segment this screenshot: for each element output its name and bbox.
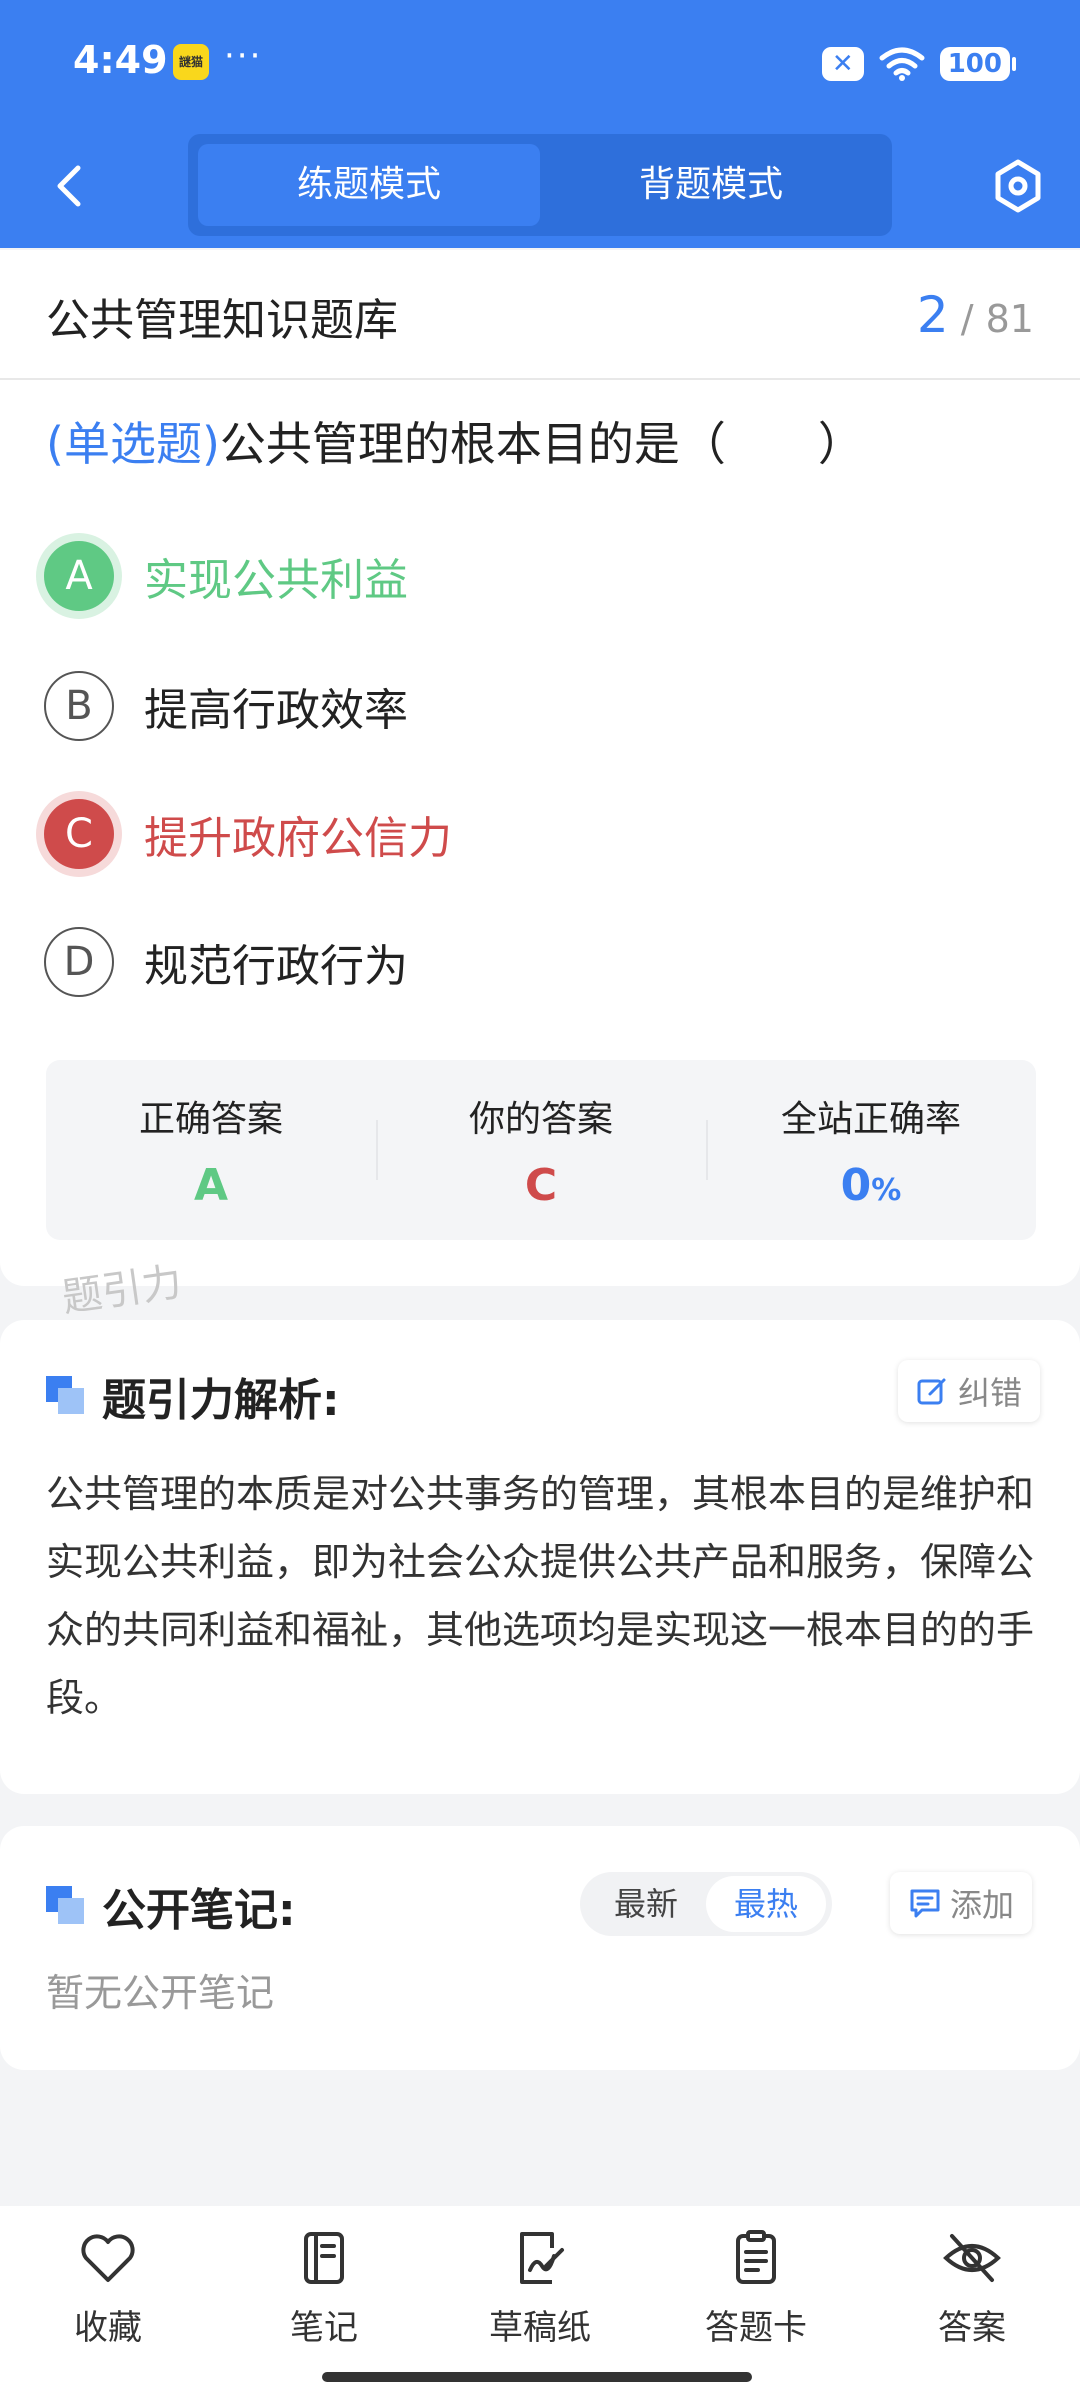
toolbar-notes[interactable]: 笔记 bbox=[244, 2226, 404, 2356]
section-square-icon bbox=[46, 1376, 86, 1416]
toolbar-favorite[interactable]: 收藏 bbox=[28, 2226, 188, 2356]
home-indicator[interactable] bbox=[322, 2372, 752, 2382]
toolbar-answer-sheet[interactable]: 答题卡 bbox=[676, 2226, 836, 2356]
bank-title: 公共管理知识题库 bbox=[46, 295, 398, 346]
notes-sort-toggle: 最新 最热 bbox=[580, 1872, 832, 1936]
stat-correct-answer: 正确答案 A bbox=[46, 1060, 376, 1240]
option-a[interactable]: A 实现公共利益 bbox=[44, 536, 1024, 616]
sort-hot[interactable]: 最热 bbox=[706, 1876, 826, 1932]
status-bar: 4:49 謎猫 ··· ✕ 100 bbox=[0, 0, 1080, 130]
section-square-icon bbox=[46, 1886, 86, 1926]
wifi-icon bbox=[879, 47, 925, 81]
battery-icon: 100 bbox=[939, 47, 1017, 81]
option-d[interactable]: D 规范行政行为 bbox=[44, 922, 1024, 1002]
back-icon[interactable] bbox=[40, 154, 104, 218]
add-note-label: 添加 bbox=[950, 1886, 1015, 1924]
toolbar-label: 草稿纸 bbox=[489, 2308, 591, 2348]
tab-memorize-mode[interactable]: 背题模式 bbox=[540, 144, 882, 226]
comment-icon bbox=[910, 1889, 940, 1918]
app-badge-icon: 謎猫 bbox=[173, 44, 209, 80]
sort-latest[interactable]: 最新 bbox=[586, 1872, 706, 1936]
option-letter: A bbox=[44, 541, 114, 611]
stat-label: 你的答案 bbox=[468, 1099, 613, 1140]
add-note-button[interactable]: 添加 bbox=[890, 1872, 1033, 1934]
rate-unit: % bbox=[871, 1173, 902, 1208]
rate-number: 0 bbox=[840, 1160, 872, 1211]
divider bbox=[0, 378, 1080, 380]
stat-label: 全站正确率 bbox=[780, 1099, 961, 1140]
toolbar-label: 答题卡 bbox=[705, 2308, 807, 2348]
toolbar-label: 答案 bbox=[938, 2308, 1006, 2348]
question-card: 公共管理知识题库 2 / 81 (单选题)公共管理的根本目的是（ ） A 实现公… bbox=[0, 250, 1080, 1286]
analysis-title-text: 题引力解析: bbox=[102, 1375, 340, 1426]
stat-accuracy-rate: 全站正确率 0% bbox=[706, 1060, 1036, 1240]
option-letter: B bbox=[44, 671, 114, 741]
status-right: ✕ 100 bbox=[821, 44, 1017, 84]
edit-icon bbox=[917, 1378, 946, 1405]
more-notifications-icon: ··· bbox=[224, 36, 263, 76]
report-error-button[interactable]: 纠错 bbox=[898, 1360, 1041, 1422]
answer-stats: 正确答案 A 你的答案 C 全站正确率 0% bbox=[46, 1060, 1036, 1240]
stat-value: A bbox=[193, 1160, 229, 1211]
option-b[interactable]: B 提高行政效率 bbox=[44, 666, 1024, 746]
nav-bar: 练题模式 背题模式 bbox=[0, 134, 1080, 238]
option-text: 规范行政行为 bbox=[144, 941, 408, 992]
stat-value: C bbox=[524, 1160, 558, 1211]
question-progress: 2 / 81 bbox=[917, 286, 1034, 344]
bottom-toolbar: 收藏 笔记 草稿纸 答题卡 答案 bbox=[0, 2206, 1080, 2400]
tab-practice-mode[interactable]: 练题模式 bbox=[198, 144, 540, 226]
question-type: (单选题) bbox=[46, 417, 220, 471]
heart-icon bbox=[81, 2234, 135, 2282]
progress-total: / 81 bbox=[960, 297, 1034, 341]
draft-icon bbox=[520, 2232, 564, 2284]
question-stem: 公共管理的根本目的是（ ） bbox=[219, 417, 864, 471]
mode-switch: 练题模式 背题模式 bbox=[188, 134, 892, 236]
toolbar-label: 笔记 bbox=[290, 2308, 358, 2348]
toolbar-label: 收藏 bbox=[74, 2308, 142, 2348]
clipboard-icon bbox=[736, 2230, 776, 2284]
notebook-icon bbox=[304, 2232, 344, 2284]
analysis-title: 题引力解析: bbox=[46, 1364, 340, 1428]
status-time: 4:49 bbox=[73, 38, 168, 82]
notes-title: 公开笔记: bbox=[46, 1874, 296, 1938]
option-c[interactable]: C 提升政府公信力 bbox=[44, 794, 1024, 874]
empty-notes-text: 暂无公开笔记 bbox=[46, 1971, 275, 2015]
stat-your-answer: 你的答案 C bbox=[376, 1060, 706, 1240]
toolbar-answer[interactable]: 答案 bbox=[892, 2226, 1052, 2356]
analysis-text: 公共管理的本质是对公共事务的管理，其根本目的是维护和实现公共利益，即为社会公众提… bbox=[46, 1472, 1035, 1720]
notes-title-text: 公开笔记: bbox=[102, 1885, 296, 1936]
eye-off-icon bbox=[943, 2234, 1001, 2282]
option-letter: D bbox=[44, 927, 114, 997]
toolbar-draft[interactable]: 草稿纸 bbox=[460, 2226, 620, 2356]
stat-label: 正确答案 bbox=[138, 1099, 283, 1140]
progress-current: 2 bbox=[916, 286, 949, 344]
option-text: 提高行政效率 bbox=[144, 685, 408, 736]
header: 4:49 謎猫 ··· ✕ 100 练题模式 背题模式 bbox=[0, 0, 1080, 248]
no-sim-icon: ✕ bbox=[821, 47, 864, 81]
notes-card: 公开笔记: 最新 最热 添加 暂无公开笔记 bbox=[0, 1826, 1080, 2070]
option-text: 提升政府公信力 bbox=[144, 813, 452, 864]
option-text: 实现公共利益 bbox=[144, 555, 408, 606]
question-text: (单选题)公共管理的根本目的是（ ） bbox=[46, 408, 864, 474]
option-letter: C bbox=[44, 799, 114, 869]
analysis-card: 题引力解析: 纠错 公共管理的本质是对公共事务的管理，其根本目的是维护和实现公共… bbox=[0, 1320, 1080, 1794]
report-error-label: 纠错 bbox=[958, 1374, 1023, 1412]
stat-value: 0% bbox=[706, 1160, 1036, 1211]
settings-icon[interactable] bbox=[986, 154, 1050, 218]
